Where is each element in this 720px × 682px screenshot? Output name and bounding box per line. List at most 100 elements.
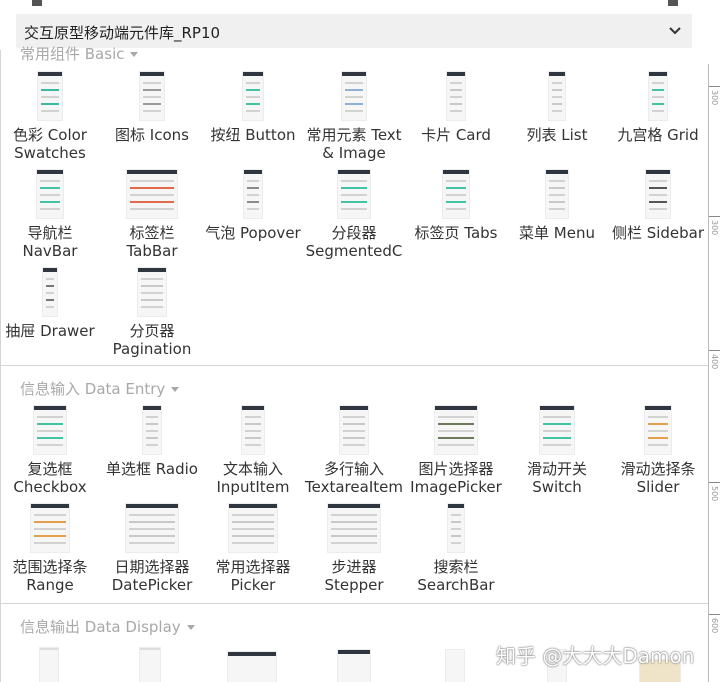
thumbnail-header <box>646 170 670 174</box>
component-thumbnail[interactable] <box>228 652 276 682</box>
component-item[interactable]: 文本输入 InputItem <box>201 406 305 496</box>
component-item[interactable]: 抽屉 Drawer <box>0 268 102 340</box>
component-label-line2: SearchBar <box>417 576 495 594</box>
component-thumbnail[interactable] <box>338 650 370 682</box>
component-item[interactable]: 气泡 Popover <box>201 170 305 242</box>
component-label-line1: 常用元素 Text <box>306 126 402 144</box>
thumbnail-line <box>37 437 63 439</box>
thumbnail-line <box>343 423 365 425</box>
component-label: 复选框 Checkbox <box>0 460 102 496</box>
thumbnail-line <box>345 82 363 84</box>
component-item[interactable]: 复选框 Checkbox <box>0 406 102 496</box>
component-label: 步进器 Stepper <box>302 558 406 594</box>
component-item[interactable]: 标签栏 TabBar <box>100 170 204 260</box>
thumbnail-line <box>451 521 461 523</box>
section-header-data-entry[interactable]: 信息输入 Data Entry <box>20 378 180 399</box>
thumbnail-header <box>435 406 477 410</box>
ruler-tick <box>709 216 720 217</box>
thumbnail-line <box>652 89 664 91</box>
thumbnail-line <box>143 89 161 91</box>
thumbnail-line <box>648 437 668 439</box>
thumbnail-line <box>245 416 261 418</box>
thumbnail-line <box>146 416 158 418</box>
component-item[interactable]: 列表 List <box>505 72 609 144</box>
thumbnail-line <box>146 423 158 425</box>
component-thumbnail[interactable] <box>40 648 58 682</box>
thumbnail-line <box>40 208 60 210</box>
chevron-down-icon[interactable] <box>668 24 682 38</box>
component-item[interactable]: 色彩 Color Swatches <box>0 72 102 162</box>
thumbnail-header <box>447 72 465 76</box>
thumbnail-line <box>451 535 461 537</box>
component-label-line1: 按纽 Button <box>210 126 296 144</box>
component-label: 滑动开关 Switch <box>505 460 609 496</box>
thumbnail-line <box>549 208 565 210</box>
project-title: 交互原型移动端元件库_RP10 <box>24 24 221 42</box>
component-item[interactable]: 多行输入 TextareaItem <box>302 406 406 496</box>
thumbnail-header <box>244 170 262 174</box>
section-header-basic[interactable]: 常用组件 Basic <box>20 43 139 64</box>
component-thumbnail[interactable] <box>446 650 464 682</box>
thumbnail-line <box>649 180 667 182</box>
component-label: 图标 Icons <box>100 126 204 144</box>
component-item[interactable]: 日期选择器 DatePicker <box>100 504 204 594</box>
component-item[interactable]: 分段器 SegmentedC <box>302 170 406 260</box>
component-item[interactable]: 侧栏 Sidebar <box>606 170 710 242</box>
component-item[interactable]: 常用选择器 Picker <box>201 504 305 594</box>
thumbnail-line <box>34 514 66 516</box>
component-thumbnail <box>540 406 574 454</box>
component-label: 搜索栏 SearchBar <box>404 558 508 594</box>
component-item[interactable]: 卡片 Card <box>404 72 508 144</box>
component-item[interactable]: 标签页 Tabs <box>404 170 508 242</box>
component-item[interactable]: 滑动开关 Switch <box>505 406 609 496</box>
thumbnail-line <box>246 89 260 91</box>
component-item[interactable]: 图标 Icons <box>100 72 204 144</box>
component-item[interactable]: 菜单 Menu <box>505 170 609 242</box>
component-label-line1: 标签页 Tabs <box>414 224 498 242</box>
ruler-tick <box>709 350 720 351</box>
component-item[interactable]: 单选框 Radio <box>100 406 204 478</box>
component-item[interactable]: 滑动选择条 Slider <box>606 406 710 496</box>
component-item[interactable]: 图片选择器 ImagePicker <box>404 406 508 496</box>
section-divider <box>0 603 708 604</box>
thumbnail-line <box>343 437 365 439</box>
component-thumbnail <box>143 406 161 454</box>
thumbnail-header <box>127 170 177 174</box>
thumbnail-line <box>446 187 466 189</box>
component-label-line1: 步进器 <box>331 558 377 576</box>
thumbnail-line <box>143 96 161 98</box>
component-label: 卡片 Card <box>404 126 508 144</box>
component-item[interactable]: 分页器 Pagination <box>100 268 204 358</box>
component-item[interactable]: 九宫格 Grid <box>606 72 710 144</box>
thumbnail-line <box>652 82 664 84</box>
thumbnail-header <box>649 72 667 76</box>
section-header-data-display[interactable]: 信息输出 Data Display <box>20 616 195 637</box>
thumbnail-line <box>46 285 54 287</box>
component-item[interactable]: 搜索栏 SearchBar <box>404 504 508 594</box>
thumbnail-line <box>549 180 565 182</box>
component-label-line2: & Image <box>322 144 386 162</box>
component-item[interactable]: 按纽 Button <box>201 72 305 144</box>
component-label-line1: 卡片 Card <box>421 126 491 144</box>
thumbnail-line <box>345 89 363 91</box>
component-thumbnail <box>443 170 469 218</box>
component-label-line2: Stepper <box>324 576 384 594</box>
component-item[interactable]: 范围选择条 Range <box>0 504 102 594</box>
component-item[interactable]: 步进器 Stepper <box>302 504 406 594</box>
thumbnail-line <box>450 89 462 91</box>
thumbnail-line <box>652 96 664 98</box>
component-thumbnail <box>242 406 264 454</box>
component-label-line1: 抽屉 Drawer <box>5 322 95 340</box>
thumbnail-line <box>446 208 466 210</box>
component-thumbnail[interactable] <box>140 648 160 682</box>
component-label: 常用元素 Text & Image <box>302 126 406 162</box>
component-item[interactable]: 常用元素 Text & Image <box>302 72 406 162</box>
thumbnail-line <box>649 208 667 210</box>
component-thumbnail <box>229 504 277 552</box>
thumbnail-line <box>343 430 365 432</box>
component-item[interactable]: 导航栏 NavBar <box>0 170 102 260</box>
thumbnail-line <box>34 535 66 537</box>
thumbnail-line <box>143 110 161 112</box>
component-label: 列表 List <box>505 126 609 144</box>
thumbnail-line <box>343 416 365 418</box>
